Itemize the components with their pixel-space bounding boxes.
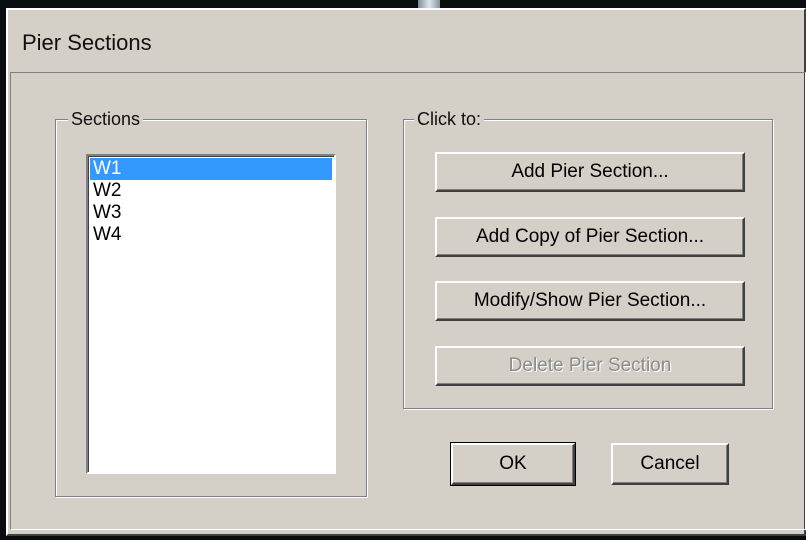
section-list-item-w4[interactable]: W4 xyxy=(90,224,332,246)
add-copy-pier-section-button[interactable]: Add Copy of Pier Section... xyxy=(435,217,745,257)
ok-button[interactable]: OK xyxy=(450,442,576,486)
add-pier-section-button[interactable]: Add Pier Section... xyxy=(435,152,745,192)
sections-listbox[interactable]: W1 W2 W3 W4 xyxy=(86,154,336,474)
modify-show-pier-section-button[interactable]: Modify/Show Pier Section... xyxy=(435,281,745,321)
cancel-button[interactable]: Cancel xyxy=(611,443,729,485)
section-list-item-w2[interactable]: W2 xyxy=(90,180,332,202)
dialog-title: Pier Sections xyxy=(22,30,152,55)
delete-pier-section-button[interactable]: Delete Pier Section xyxy=(435,346,745,386)
click-to-group-label: Click to: xyxy=(414,107,485,131)
dialog-body: Sections W1 W2 W3 W4 Click to: Add Pier … xyxy=(10,72,806,530)
sections-groupbox: Sections W1 W2 W3 W4 xyxy=(55,107,367,497)
pier-sections-dialog: Pier Sections Sections W1 W2 W3 W4 Click… xyxy=(6,8,806,536)
sections-group-label: Sections xyxy=(68,107,144,131)
section-list-item-w3[interactable]: W3 xyxy=(90,202,332,224)
section-list-item-w1[interactable]: W1 xyxy=(90,158,332,180)
dialog-titlebar[interactable]: Pier Sections xyxy=(8,10,804,72)
